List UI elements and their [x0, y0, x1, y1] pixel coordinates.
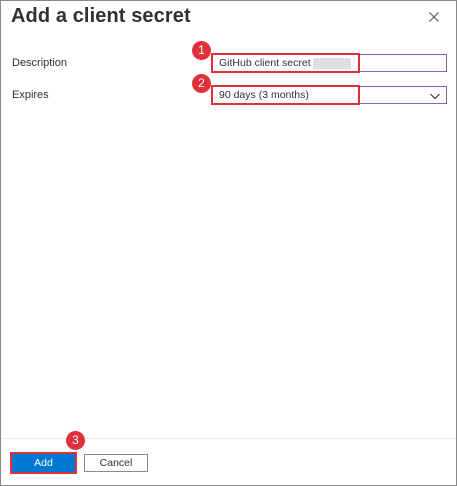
- expires-selected-value: 90 days (3 months): [219, 89, 309, 101]
- step-marker-1: 1: [192, 41, 211, 60]
- panel-title: Add a client secret: [11, 5, 191, 27]
- step-marker-2: 2: [192, 74, 211, 93]
- add-client-secret-panel: Add a client secret Description Expires …: [0, 0, 457, 486]
- chevron-down-icon: [429, 89, 441, 101]
- redacted-text: [313, 58, 351, 69]
- description-field[interactable]: [211, 54, 447, 72]
- add-button[interactable]: Add: [12, 454, 75, 472]
- description-label: Description: [12, 57, 68, 69]
- step-marker-3: 3: [66, 431, 85, 450]
- expires-label: Expires: [12, 89, 49, 101]
- close-icon[interactable]: [425, 8, 443, 26]
- cancel-button[interactable]: Cancel: [84, 454, 148, 472]
- expires-dropdown[interactable]: 90 days (3 months): [211, 86, 447, 104]
